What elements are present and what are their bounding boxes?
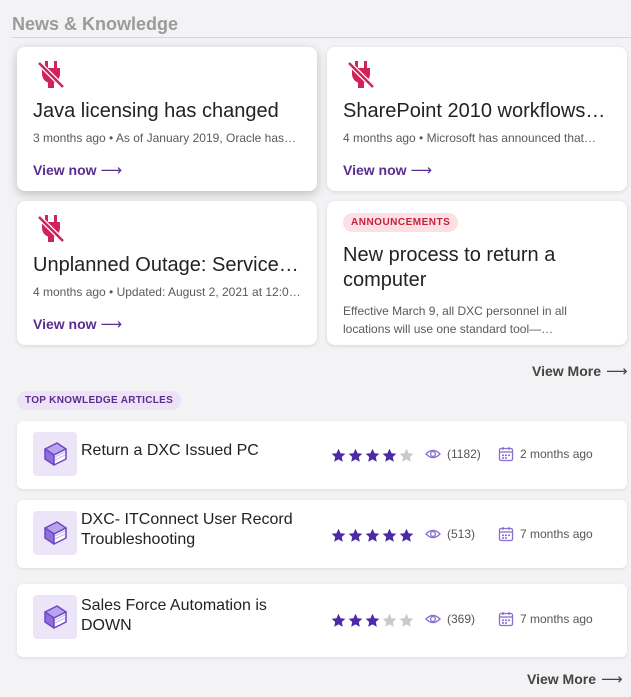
top-knowledge-articles-badge: TOP KNOWLEDGE ARTICLES <box>17 391 182 410</box>
unplugged-icon <box>345 59 377 91</box>
updated-date: 7 months ago <box>498 526 593 542</box>
arrow-right-icon: ⟶ <box>100 316 123 333</box>
section-divider <box>12 37 631 38</box>
view-count: (369) <box>425 612 475 626</box>
view-now-link[interactable]: View now ⟶ <box>33 161 122 179</box>
section-title: News & Knowledge <box>12 14 179 34</box>
star-icon <box>331 528 346 542</box>
article-title[interactable]: Return a DXC Issued PC <box>81 441 311 461</box>
updated-date: 2 months ago <box>498 446 593 462</box>
view-count-value: (1182) <box>447 447 481 461</box>
news-meta: 3 months ago • As of January 2019, Oracl… <box>33 131 297 145</box>
news-view-more-link[interactable]: View More ⟶ <box>532 362 628 380</box>
news-card[interactable]: SharePoint 2010 workflows… 4 months ago … <box>327 47 627 191</box>
eye-icon <box>425 449 441 459</box>
news-meta: 4 months ago • Updated: August 2, 2021 a… <box>33 285 301 299</box>
news-title[interactable]: SharePoint 2010 workflows… <box>343 100 615 123</box>
view-now-label: View now <box>33 162 97 178</box>
star-rating <box>331 613 414 628</box>
arrow-right-icon: ⟶ <box>100 162 123 179</box>
eye-icon <box>425 529 441 539</box>
updated-date: 7 months ago <box>498 611 593 627</box>
calendar-icon <box>498 447 514 462</box>
eye-icon <box>425 614 441 624</box>
view-now-label: View now <box>33 316 97 332</box>
star-icon <box>399 528 414 542</box>
knowledge-article-row[interactable]: Return a DXC Issued PC (1182) 2 months a… <box>17 421 627 489</box>
view-count: (513) <box>425 527 475 541</box>
calendar-icon <box>498 612 514 627</box>
arrow-right-icon: ⟶ <box>410 162 433 179</box>
news-title[interactable]: Unplanned Outage: Service… <box>33 254 305 277</box>
arrow-right-icon: ⟶ <box>601 671 623 688</box>
star-icon <box>382 528 397 542</box>
view-more-label: View More <box>527 671 596 687</box>
view-now-link[interactable]: View now ⟶ <box>343 161 432 179</box>
article-title[interactable]: Sales Force Automation is DOWN <box>81 596 311 636</box>
knowledge-article-row[interactable]: DXC- ITConnect User Record Troubleshooti… <box>17 500 627 568</box>
news-meta: 4 months ago • Microsoft has announced t… <box>343 131 597 145</box>
book-icon <box>33 432 77 476</box>
news-card[interactable]: Java licensing has changed 3 months ago … <box>17 47 317 191</box>
arrow-right-icon: ⟶ <box>606 363 628 380</box>
star-icon <box>382 448 397 462</box>
article-title[interactable]: DXC- ITConnect User Record Troubleshooti… <box>81 510 311 550</box>
view-now-link[interactable]: View now ⟶ <box>33 315 122 333</box>
unplugged-icon <box>35 213 67 245</box>
star-icon <box>348 448 363 462</box>
view-count-value: (369) <box>447 612 476 626</box>
announcement-card[interactable]: ANNOUNCEMENTS New process to return a co… <box>327 201 627 345</box>
star-icon <box>399 613 414 627</box>
star-rating <box>331 528 414 543</box>
view-now-label: View now <box>343 162 407 178</box>
news-card[interactable]: Unplanned Outage: Service… 4 months ago … <box>17 201 317 345</box>
star-icon <box>365 448 380 462</box>
updated-date-value: 7 months ago <box>520 527 593 541</box>
knowledge-article-row[interactable]: Sales Force Automation is DOWN (369) 7 m… <box>17 584 627 657</box>
star-icon <box>331 613 346 627</box>
view-count-value: (513) <box>447 527 476 541</box>
updated-date-value: 7 months ago <box>520 612 593 626</box>
view-more-label: View More <box>532 363 601 379</box>
star-icon <box>365 528 380 542</box>
announcements-badge: ANNOUNCEMENTS <box>343 213 459 232</box>
calendar-icon <box>498 527 514 542</box>
updated-date-value: 2 months ago <box>520 447 593 461</box>
star-icon <box>331 448 346 462</box>
star-icon <box>382 613 397 627</box>
announcement-description: Effective March 9, all DXC personnel in … <box>343 304 567 336</box>
announcement-title[interactable]: New process to return a computer <box>343 243 583 293</box>
news-title[interactable]: Java licensing has changed <box>33 100 305 123</box>
star-icon <box>348 613 363 627</box>
star-rating <box>331 448 414 463</box>
view-count: (1182) <box>425 447 481 461</box>
star-icon <box>365 613 380 627</box>
star-icon <box>399 448 414 462</box>
book-icon <box>33 511 77 555</box>
star-icon <box>348 528 363 542</box>
unplugged-icon <box>35 59 67 91</box>
book-icon <box>33 595 77 639</box>
knowledge-view-more-link[interactable]: View More ⟶ <box>527 670 623 688</box>
